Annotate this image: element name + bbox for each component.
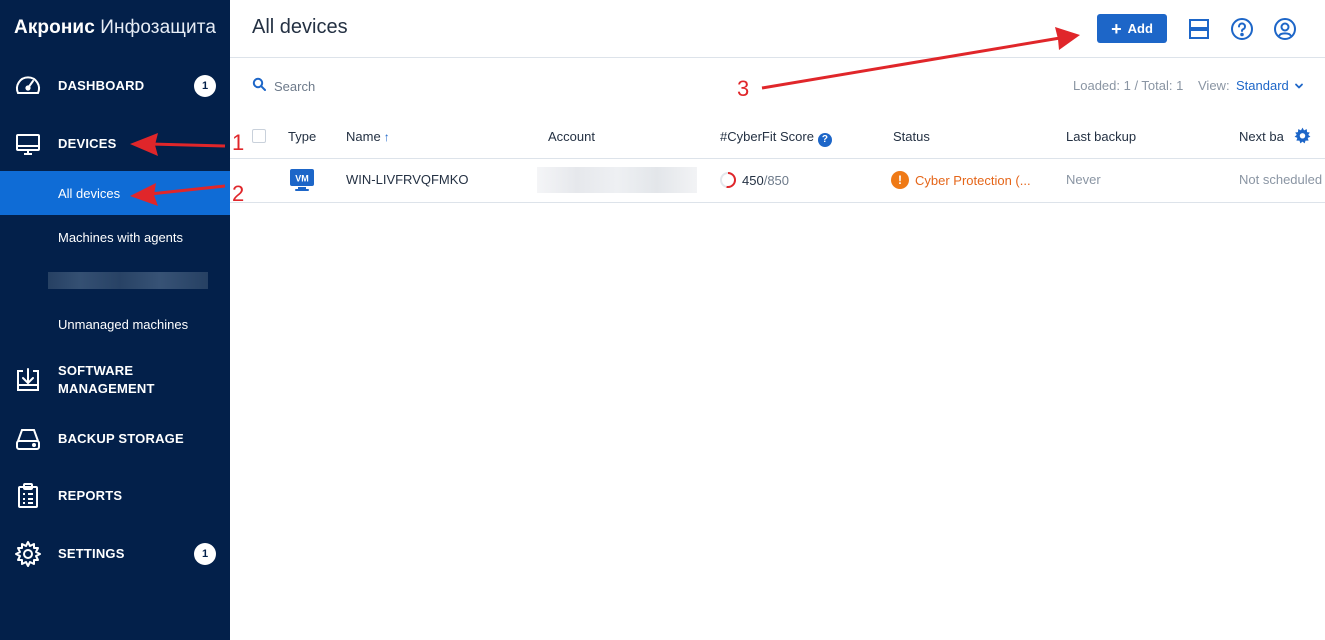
column-header-name[interactable]: Name ↑ — [346, 129, 390, 144]
loaded-count: Loaded: 1 / Total: 1 — [1073, 78, 1184, 93]
notification-badge: 1 — [194, 75, 216, 97]
annotation-number-1: 1 — [232, 130, 245, 155]
page-title: All devices — [252, 16, 348, 38]
sidebar-item-label: DASHBOARD — [58, 78, 145, 93]
question-icon[interactable]: ? — [817, 133, 832, 147]
sidebar-item-label: SETTINGS — [58, 546, 125, 561]
column-header-cyberfit-score[interactable]: #CyberFit Score? — [720, 129, 832, 147]
sidebar-item-settings[interactable]: SETTINGS 1 — [0, 540, 230, 568]
score-ring-icon — [720, 172, 736, 188]
view-label: View: — [1198, 78, 1230, 93]
sidebar-subitem-all-devices[interactable]: All devices — [0, 171, 230, 215]
annotation-number-3: 3 — [737, 76, 750, 101]
sidebar-item-label: SOFTWARE MANAGEMENT — [58, 363, 155, 396]
sidebar-subitem-label: Unmanaged machines — [58, 316, 189, 332]
sidebar: Акронис Инфозащита DASHBOARD 1 DEVICES A… — [0, 0, 230, 640]
device-type-label: VM — [295, 174, 309, 184]
sidebar-subitem-label: All devices — [58, 185, 121, 201]
brand-name-part1: Акронис — [14, 17, 95, 38]
brand-logo[interactable]: Акронис Инфозащита — [14, 17, 216, 39]
score-max: /850 — [763, 172, 790, 188]
device-name[interactable]: WIN-LIVFRVQFMKO — [346, 172, 469, 187]
clipboard-icon — [14, 482, 42, 510]
dashboard-gauge-icon — [14, 72, 42, 100]
sidebar-subitem-label: Machines with agents — [58, 229, 184, 245]
brand-name-part2: Инфозащита — [100, 17, 216, 38]
column-header-type[interactable]: Type — [288, 129, 316, 144]
monitor-icon — [14, 130, 42, 158]
gear-icon — [14, 540, 42, 568]
column-header-last-backup[interactable]: Last backup — [1066, 129, 1136, 144]
redacted-account — [537, 167, 697, 193]
search-box[interactable] — [252, 77, 474, 96]
column-settings-gear-icon[interactable] — [1294, 127, 1311, 144]
column-header-status[interactable]: Status — [893, 129, 930, 144]
layout-icon[interactable] — [1187, 17, 1211, 41]
view-selector[interactable]: Standard — [1236, 78, 1304, 93]
column-header-label: Name — [346, 129, 381, 144]
user-icon[interactable] — [1273, 17, 1297, 41]
column-header-label: #CyberFit Score — [720, 129, 814, 144]
view-selector-value: Standard — [1236, 78, 1289, 93]
sidebar-item-software-management[interactable]: SOFTWARE MANAGEMENT — [0, 362, 230, 398]
sidebar-item-devices[interactable]: DEVICES — [0, 130, 230, 158]
score-value: 450 — [742, 172, 764, 188]
status-cell[interactable]: ! Cyber Protection (... — [891, 171, 1031, 189]
table-header: Type Name ↑ Account #CyberFit Score? Stat… — [230, 115, 1325, 159]
search-icon — [252, 77, 266, 96]
column-header-next-backup[interactable]: Next ba — [1239, 129, 1294, 144]
download-box-icon — [14, 366, 42, 394]
sort-ascending-icon: ↑ — [383, 130, 390, 144]
cyberfit-score[interactable]: 450/850 — [719, 171, 789, 189]
redacted-sidebar-item[interactable] — [48, 272, 208, 289]
last-backup-value: Never — [1066, 172, 1101, 187]
top-bar: All devices + Add — [230, 0, 1325, 58]
help-icon[interactable] — [1230, 17, 1254, 41]
notification-badge: 1 — [194, 543, 216, 565]
status-text: Cyber Protection (... — [915, 172, 1031, 188]
hard-drive-icon — [14, 425, 42, 453]
sidebar-item-reports[interactable]: REPORTS — [0, 482, 230, 510]
sidebar-item-backup-storage[interactable]: BACKUP STORAGE — [0, 425, 230, 453]
chevron-down-icon — [1294, 83, 1303, 88]
sidebar-subitem-unmanaged-machines[interactable]: Unmanaged machines — [0, 302, 230, 346]
sidebar-item-dashboard[interactable]: DASHBOARD 1 — [0, 72, 230, 100]
sidebar-item-label: REPORTS — [58, 488, 123, 503]
annotation-number-2: 2 — [232, 181, 245, 206]
column-header-account[interactable]: Account — [548, 129, 595, 144]
plus-icon: + — [1111, 18, 1122, 39]
next-backup-value: Not scheduled — [1239, 172, 1323, 187]
warning-icon: ! — [891, 171, 909, 189]
virtual-machine-icon: VM — [289, 168, 315, 192]
sidebar-item-label: BACKUP STORAGE — [58, 431, 184, 446]
select-all-checkbox[interactable] — [252, 129, 266, 143]
add-button[interactable]: + Add — [1097, 14, 1167, 43]
sidebar-item-label: DEVICES — [58, 136, 117, 151]
search-input[interactable] — [274, 79, 474, 94]
add-button-label: Add — [1127, 21, 1153, 36]
sidebar-subitem-machines-with-agents[interactable]: Machines with agents — [0, 215, 230, 259]
